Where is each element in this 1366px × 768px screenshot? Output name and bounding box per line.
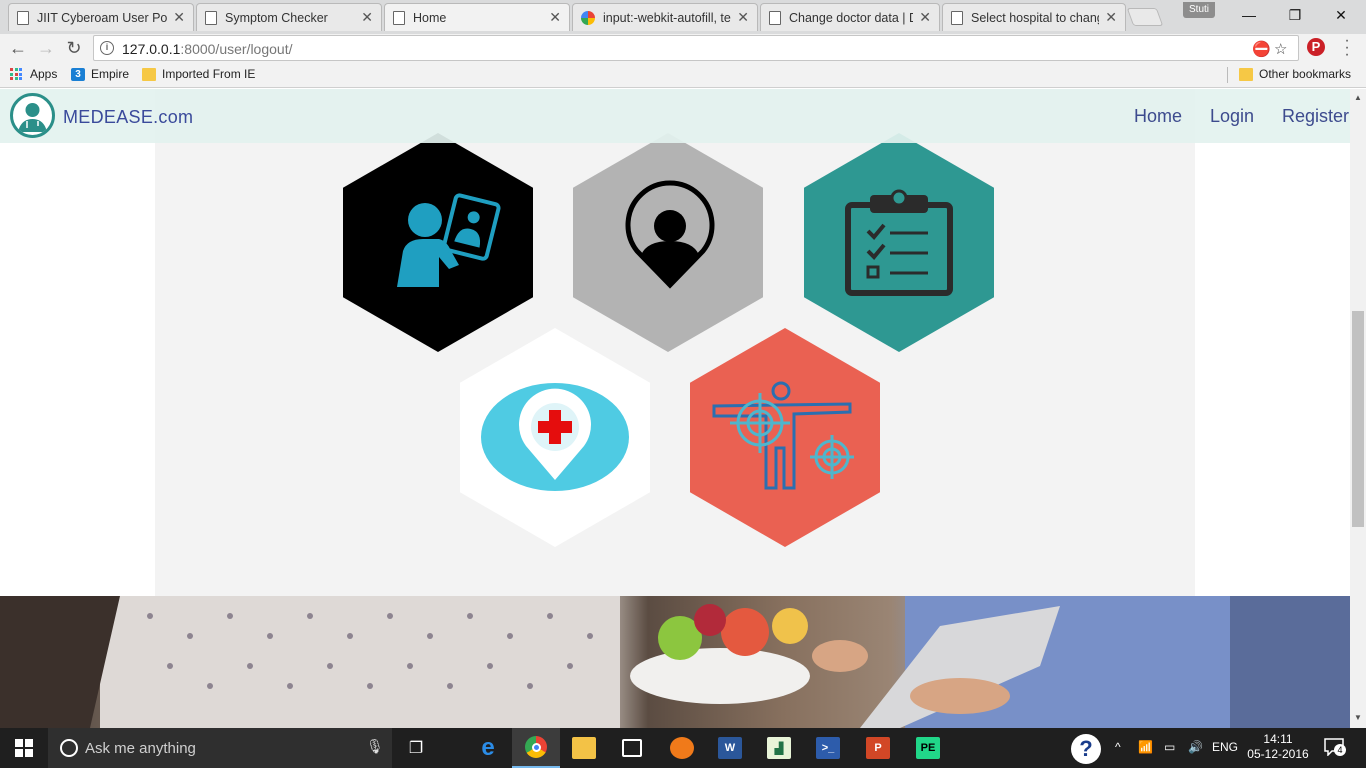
bookmark-label: Imported From IE <box>162 67 256 81</box>
browser-toolbar: ← → ↻ i 127.0.0.1:8000/user/logout/ ⛔ ☆ … <box>0 33 1366 63</box>
excel-chart-icon[interactable]: ▟ <box>755 728 803 768</box>
chrome-icon[interactable] <box>512 728 560 768</box>
apps-grid-icon <box>10 68 24 80</box>
clock-time: 14:11 <box>1263 732 1293 746</box>
nav-home[interactable]: Home <box>1134 106 1182 127</box>
google-icon <box>581 10 595 25</box>
tab-jiit[interactable]: JIIT Cyberoam User Port ✕ <box>8 3 194 31</box>
close-icon[interactable]: ✕ <box>549 9 561 26</box>
tab-title: input:-webkit-autofill, te <box>603 10 731 25</box>
show-hidden-icons[interactable]: ^ <box>1115 740 1121 754</box>
bookmark-label: Empire <box>91 67 130 81</box>
close-icon[interactable]: ✕ <box>173 9 185 26</box>
restore-icon[interactable]: ❐ <box>1272 0 1318 30</box>
page-icon <box>393 10 405 25</box>
star-icon[interactable]: ☆ <box>1274 40 1287 58</box>
tab-title: Symptom Checker <box>225 10 328 25</box>
scroll-up-icon[interactable]: ▲ <box>1354 93 1362 102</box>
search-placeholder: Ask me anything <box>85 740 196 757</box>
info-icon[interactable]: i <box>100 41 114 55</box>
tab-change-doctor[interactable]: Change doctor data | D ✕ <box>760 3 940 31</box>
store-icon[interactable] <box>608 728 656 768</box>
pycharm-icon[interactable]: PE <box>904 728 952 768</box>
new-tab-button[interactable] <box>1126 8 1164 26</box>
forward-icon[interactable]: → <box>34 36 58 60</box>
edge-icon[interactable]: e <box>464 728 512 768</box>
bookmarks-bar: Apps 3 Empire Imported From IE Other boo… <box>0 62 1366 88</box>
url-text[interactable]: 127.0.0.1:8000/user/logout/ <box>122 41 292 57</box>
folder-icon <box>142 67 156 81</box>
tab-webkit-autofill[interactable]: input:-webkit-autofill, te ✕ <box>572 3 758 31</box>
bookmarks-divider <box>1227 67 1228 83</box>
bookmark-label: Other bookmarks <box>1259 67 1352 81</box>
help-icon[interactable]: ? <box>1071 734 1101 764</box>
firefox-icon[interactable] <box>658 728 706 768</box>
bookmark-apps[interactable]: Apps <box>10 67 57 81</box>
page-icon <box>951 10 963 25</box>
powerpoint-icon[interactable]: P <box>854 728 902 768</box>
tab-symptom-checker[interactable]: Symptom Checker ✕ <box>196 3 382 31</box>
hero-photo <box>0 596 1350 728</box>
reload-icon[interactable]: ↻ <box>62 36 86 60</box>
tab-home[interactable]: Home ✕ <box>384 3 570 31</box>
windows-start-icon[interactable] <box>0 728 48 768</box>
powershell-icon[interactable]: >_ <box>804 728 852 768</box>
tab-select-hospital[interactable]: Select hospital to chang ✕ <box>942 3 1126 31</box>
action-center-icon[interactable]: 4 <box>1324 738 1346 757</box>
page-icon <box>769 10 781 25</box>
cookie-blocked-icon[interactable]: ⛔ <box>1252 40 1271 58</box>
language-indicator[interactable]: ENG <box>1212 740 1238 754</box>
cortana-search[interactable]: Ask me anything 🎙 <box>48 728 392 768</box>
file-explorer-icon[interactable] <box>560 728 608 768</box>
folder-icon <box>1239 67 1253 81</box>
tab-strip: JIIT Cyberoam User Port ✕ Symptom Checke… <box>0 0 1366 34</box>
page-scrollbar[interactable]: ▲ ▼ <box>1350 89 1366 728</box>
windows-taskbar: Ask me anything 🎙 ❐ e W ▟ >_ P PE ? ^ 📶 … <box>0 728 1366 768</box>
bookmark-label: Apps <box>30 67 58 81</box>
notification-count: 4 <box>1334 744 1346 756</box>
close-window-icon[interactable]: ✕ <box>1318 0 1364 30</box>
page-viewport: MEDEASE.com Home Login Register <box>0 89 1350 728</box>
cortana-icon <box>60 739 78 757</box>
network-icon[interactable]: 📶 <box>1138 740 1153 754</box>
clock-date: 05-12-2016 <box>1247 747 1309 761</box>
close-icon[interactable]: ✕ <box>737 9 749 26</box>
minimize-icon[interactable]: — <box>1226 0 1272 30</box>
tab-title: Home <box>413 10 447 25</box>
task-view-icon[interactable]: ❐ <box>392 728 440 768</box>
page-icon <box>205 10 217 25</box>
microphone-icon[interactable]: 🎙 <box>366 738 384 755</box>
patient-nurse-photo <box>0 596 1350 728</box>
bookmark-other[interactable]: Other bookmarks <box>1239 67 1351 81</box>
site-brand[interactable]: MEDEASE.com <box>63 107 193 128</box>
site-navbar: MEDEASE.com Home Login Register <box>0 89 1350 143</box>
system-clock[interactable]: 14:11 05-12-2016 <box>1245 732 1311 762</box>
bookmark-imported-from-ie[interactable]: Imported From IE <box>142 67 255 81</box>
nav-login[interactable]: Login <box>1210 106 1254 127</box>
back-icon[interactable]: ← <box>6 36 30 60</box>
bookmark-empire[interactable]: 3 Empire <box>71 67 129 81</box>
empire-icon: 3 <box>71 67 85 81</box>
address-bar[interactable]: i 127.0.0.1:8000/user/logout/ ⛔ ☆ <box>93 35 1299 61</box>
word-icon[interactable]: W <box>706 728 754 768</box>
tab-title: Change doctor data | D <box>789 10 914 25</box>
scroll-down-icon[interactable]: ▼ <box>1354 713 1362 722</box>
menu-icon[interactable]: · · · <box>1342 33 1352 63</box>
page-icon <box>17 10 29 25</box>
battery-icon[interactable]: ▭ <box>1164 740 1175 754</box>
tab-title: JIIT Cyberoam User Port <box>37 10 168 25</box>
pinterest-icon[interactable]: P <box>1307 38 1325 56</box>
nav-register[interactable]: Register <box>1282 106 1349 127</box>
profile-badge[interactable]: Stuti <box>1183 2 1216 18</box>
scroll-thumb[interactable] <box>1352 311 1364 527</box>
doctor-logo-icon[interactable] <box>10 93 55 138</box>
volume-icon[interactable]: 🔊 <box>1188 740 1203 754</box>
tab-title: Select hospital to chang <box>971 10 1100 25</box>
close-icon[interactable]: ✕ <box>919 9 931 26</box>
close-icon[interactable]: ✕ <box>1105 9 1117 26</box>
close-icon[interactable]: ✕ <box>361 9 373 26</box>
